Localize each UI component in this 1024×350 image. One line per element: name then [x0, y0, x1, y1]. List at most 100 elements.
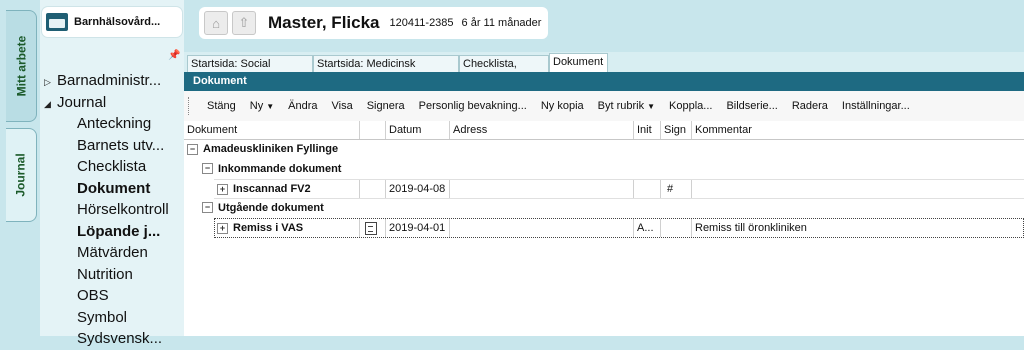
toolbar-button-label: Radera	[791, 100, 828, 112]
col-init[interactable]: Init	[634, 121, 661, 139]
tab-dokument[interactable]: Dokument	[549, 53, 608, 72]
toolbar-button-label: Personlig bevakning...	[418, 100, 527, 112]
tree-item[interactable]: OBS	[40, 285, 184, 307]
tree-item[interactable]: Nutrition	[40, 264, 184, 286]
tree-item-label: Journal	[57, 93, 107, 111]
toolbar-button-label: Bildserie...	[726, 100, 778, 112]
tree-item[interactable]: Anteckning	[40, 113, 184, 135]
toolbar-button[interactable]: Stäng	[200, 100, 243, 112]
cell-init: A...	[634, 219, 661, 237]
side-tab-mitt-arbete[interactable]: Mitt arbete	[6, 10, 37, 122]
toolbar-button[interactable]: Bildserie...	[719, 100, 784, 112]
tree-item[interactable]: Mätvärden	[40, 242, 184, 264]
cell-adress	[450, 219, 634, 237]
toolbar-button[interactable]: Visa	[324, 100, 359, 112]
navigation-tree: ▷ Barnadministr... ◢ Journal Anteckning Barne…	[40, 70, 184, 350]
expand-icon[interactable]: +	[217, 222, 228, 234]
patient-age: 6 år 11 månader	[461, 17, 542, 29]
tree-item[interactable]: Sydsvensk...	[40, 328, 184, 350]
tree-item-label: Dokument	[77, 179, 151, 197]
cell-icon	[360, 180, 386, 198]
toolbar-button-label: Koppla...	[669, 100, 713, 112]
side-tab-journal-label: Journal	[14, 153, 28, 197]
tree-item[interactable]: Löpande j...	[40, 221, 184, 243]
tab-checklista-tabell[interactable]: Checklista, tabell	[459, 55, 549, 87]
cell-kommentar	[692, 180, 1024, 198]
patient-id: 120411-2385	[389, 17, 454, 29]
toolbar-button-label: Ny	[249, 100, 264, 112]
unit-selector[interactable]: Barnhälsovård...	[42, 7, 182, 37]
tree-item[interactable]: Dokument	[40, 178, 184, 200]
tab-medicinsk-oversikt[interactable]: Startsida: Medicinsk översikt	[313, 55, 459, 87]
upload-icon[interactable]: ⇧	[232, 11, 256, 35]
toolbar-button[interactable]: Ny ▼	[243, 100, 281, 112]
tree-item-label: Löpande j...	[77, 222, 161, 240]
tree-item[interactable]: ▷ Barnadministr...	[40, 70, 184, 92]
side-tab-mitt-arbete-label: Mitt arbete	[14, 35, 28, 97]
toolbar-button[interactable]: Inställningar...	[835, 100, 917, 112]
dropdown-arrow-icon[interactable]: ▼	[647, 102, 655, 111]
toolbar-button-label: Visa	[331, 100, 353, 112]
tab-strip: Startsida: Social översikt Startsida: Me…	[184, 52, 1024, 87]
tree-item-label: Checklista	[77, 158, 147, 175]
toolbar-button[interactable]: Koppla...	[662, 100, 719, 112]
toolbar-button[interactable]: Radera	[785, 100, 835, 112]
doc-name: Remiss i VAS	[233, 222, 304, 234]
group-row-outgoing[interactable]: − Utgående dokument	[184, 199, 1024, 219]
table-row[interactable]: + Inscannad FV2 2019-04-08 #	[184, 179, 1024, 199]
doc-name: Inscannad FV2	[233, 183, 311, 195]
collapse-icon[interactable]: −	[202, 163, 213, 175]
grid-header: Dokument Datum Adress Init Sign Kommenta…	[184, 121, 1024, 140]
cell-sign: #	[661, 180, 692, 198]
tree-item[interactable]: Hörselkontroll	[40, 199, 184, 221]
group-row-incoming[interactable]: − Inkommande dokument	[184, 160, 1024, 180]
table-row[interactable]: + Remiss i VAS 2019-04-01 A... Remiss til…	[184, 218, 1024, 238]
dropdown-arrow-icon[interactable]: ▼	[266, 102, 274, 111]
navigation-panel: Barnhälsovård... 📌 ▷ Barnadministr... ◢ Jou…	[40, 0, 184, 347]
tab-social-oversikt[interactable]: Startsida: Social översikt	[187, 55, 313, 87]
document-toolbar: Stäng Ny ▼ Ändra Visa Signera Personlig bevakn…	[184, 91, 1024, 122]
tree-item[interactable]: Barnets utv...	[40, 135, 184, 157]
pin-icon[interactable]: 📌	[168, 50, 180, 61]
toolbar-button-label: Stäng	[207, 100, 236, 112]
tree-item-label: Barnadministr...	[57, 72, 162, 89]
cell-kommentar: Remiss till öronkliniken	[695, 222, 807, 234]
tree-item[interactable]: ◢ Journal	[40, 92, 184, 114]
cell-sign	[661, 219, 692, 237]
expand-arrow-icon[interactable]: ▷	[44, 72, 57, 94]
toolbar-button-label: Ändra	[288, 100, 318, 112]
toolbar-button-label: Ny kopia	[540, 100, 584, 112]
document-icon[interactable]	[365, 221, 377, 235]
patient-header: ⌂ ⇧ Master, Flicka 120411-2385 6 år 11 m…	[199, 7, 548, 39]
collapse-icon[interactable]: −	[187, 143, 198, 155]
home-icon[interactable]: ⌂	[204, 11, 228, 35]
tree-item-label: Nutrition	[77, 265, 133, 283]
collapse-icon[interactable]: −	[202, 202, 213, 214]
patient-name: Master, Flicka	[268, 13, 380, 32]
col-adress[interactable]: Adress	[450, 121, 634, 139]
toolbar-button[interactable]: Ny kopia	[534, 100, 591, 112]
expand-icon[interactable]: +	[217, 183, 228, 195]
col-dokument[interactable]: Dokument	[184, 121, 360, 139]
col-icon[interactable]	[360, 121, 386, 139]
group-label: Utgående dokument	[218, 201, 324, 214]
collapse-arrow-icon[interactable]: ◢	[44, 94, 57, 116]
tree-item[interactable]: Symbol	[40, 307, 184, 329]
side-tab-journal[interactable]: Journal	[6, 128, 37, 222]
toolbar-button[interactable]: Ändra	[281, 100, 324, 112]
col-datum[interactable]: Datum	[386, 121, 450, 139]
tree-item-label: Hörselkontroll	[77, 201, 169, 218]
toolbar-button[interactable]: Personlig bevakning...	[412, 100, 534, 112]
tree-item[interactable]: Checklista	[40, 156, 184, 178]
cell-init	[634, 180, 661, 198]
toolbar-grip[interactable]	[188, 97, 192, 115]
tree-item-label: Barnets utv...	[77, 136, 165, 154]
toolbar-button[interactable]: Byt rubrik ▼	[591, 100, 662, 112]
toolbar-button[interactable]: Signera	[360, 100, 412, 112]
cell-dokument: + Inscannad FV2	[214, 180, 360, 198]
col-sign[interactable]: Sign	[661, 121, 692, 139]
col-kommentar[interactable]: Kommentar	[692, 121, 1024, 139]
group-row-clinic[interactable]: − Amadeuskliniken Fyllinge	[184, 140, 1024, 160]
cell-icon	[360, 219, 386, 237]
side-tab-strip: Mitt arbete Journal	[0, 0, 40, 336]
